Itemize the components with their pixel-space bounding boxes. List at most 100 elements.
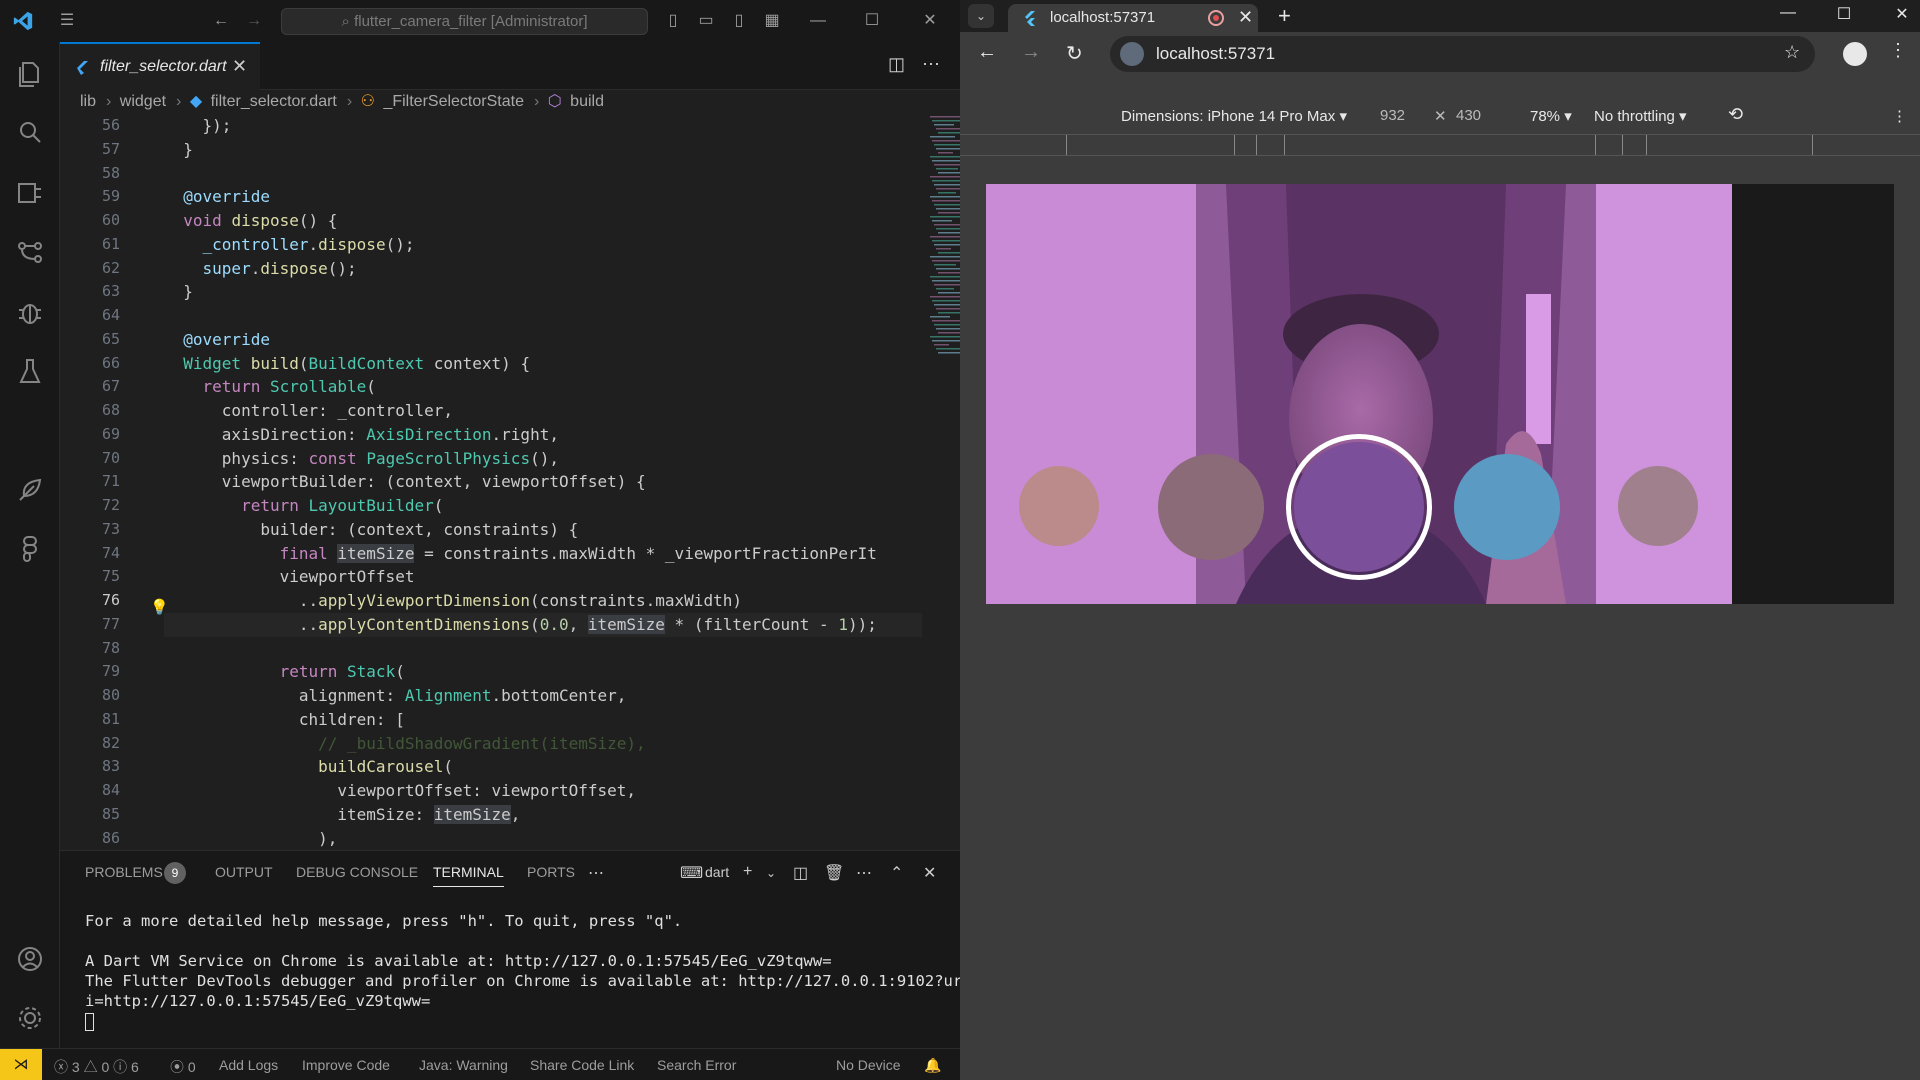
line-number: 59 bbox=[101, 187, 120, 206]
terminal-shell-label[interactable]: dart bbox=[705, 864, 729, 880]
info-icon: ⓘ bbox=[113, 1059, 128, 1075]
status-share-code-link[interactable]: Share Code Link bbox=[530, 1057, 634, 1073]
terminal-output[interactable]: For a more detailed help message, press … bbox=[85, 911, 962, 1031]
filter-option-sepia[interactable] bbox=[1019, 466, 1099, 546]
height-input[interactable]: 430 bbox=[1456, 107, 1481, 124]
status-device[interactable]: No Device bbox=[836, 1057, 901, 1073]
minimap-line bbox=[936, 248, 951, 250]
throttling-select[interactable]: No throttling ▾ bbox=[1594, 107, 1687, 125]
forward-arrow-icon[interactable]: → bbox=[243, 10, 265, 32]
device-toolbar: Dimensions: iPhone 14 Pro Max ▾ 932 ✕ 43… bbox=[960, 98, 1920, 134]
lightbulb-icon[interactable]: 💡 bbox=[150, 598, 169, 616]
kebab-menu-icon[interactable]: ⋮ bbox=[1889, 40, 1907, 61]
notifications-bell-icon[interactable]: 🔔 bbox=[924, 1057, 941, 1074]
address-bar[interactable]: localhost:57371 ☆ bbox=[1110, 36, 1815, 72]
back-arrow-icon[interactable]: ← bbox=[977, 41, 997, 64]
terminal-line: A Dart VM Service on Chrome is available… bbox=[85, 952, 832, 970]
new-terminal-icon[interactable]: + bbox=[743, 863, 752, 881]
rotate-icon[interactable]: ⟲ bbox=[1728, 104, 1743, 125]
site-info-icon[interactable] bbox=[1120, 42, 1144, 66]
minimize-icon[interactable]: — bbox=[806, 10, 830, 32]
source-control-icon[interactable] bbox=[14, 177, 46, 209]
tab-problems[interactable]: PROBLEMS bbox=[85, 864, 163, 880]
back-arrow-icon[interactable]: ← bbox=[210, 10, 232, 32]
status-java-warning[interactable]: Java: Warning bbox=[419, 1057, 508, 1073]
settings-gear-icon[interactable] bbox=[14, 1002, 46, 1034]
device-viewport[interactable] bbox=[986, 184, 1894, 604]
chevron-down-icon[interactable]: ⌄ bbox=[766, 866, 776, 880]
chrome-tab[interactable]: localhost:57371 ✕ bbox=[1008, 4, 1258, 32]
customize-layout-icon[interactable]: ▦ bbox=[761, 10, 783, 32]
close-tab-icon[interactable]: ✕ bbox=[1238, 7, 1253, 28]
tab-debug-console[interactable]: DEBUG CONSOLE bbox=[296, 864, 418, 880]
dimensions-select[interactable]: Dimensions: iPhone 14 Pro Max ▾ bbox=[1121, 107, 1347, 125]
minimap-line bbox=[930, 316, 950, 318]
breadcrumb-lib[interactable]: lib bbox=[80, 93, 96, 110]
more-tabs-icon[interactable]: ⋯ bbox=[588, 863, 604, 883]
more-actions-icon[interactable]: ⋯ bbox=[922, 54, 940, 75]
zoom-select[interactable]: 78% ▾ bbox=[1530, 107, 1572, 125]
search-icon[interactable] bbox=[14, 117, 46, 149]
explorer-icon[interactable] bbox=[14, 58, 46, 90]
width-input[interactable]: 932 bbox=[1380, 107, 1405, 124]
minimize-icon[interactable]: — bbox=[1776, 4, 1800, 22]
code-line: ), bbox=[164, 828, 338, 848]
tab-terminal[interactable]: TERMINAL bbox=[433, 864, 504, 887]
trash-icon[interactable]: 🗑 bbox=[824, 863, 844, 883]
testing-flask-icon[interactable] bbox=[14, 355, 46, 387]
close-window-icon[interactable]: ✕ bbox=[918, 10, 942, 32]
code-line: buildCarousel( bbox=[318, 757, 453, 777]
figma-icon[interactable] bbox=[14, 533, 46, 565]
breadcrumb-class[interactable]: _FilterSelectorState bbox=[383, 93, 524, 110]
tab-filter-selector[interactable]: filter_selector.dart ✕ bbox=[60, 42, 260, 90]
ports-status[interactable]: ⦿ 0 bbox=[170, 1057, 196, 1077]
remote-icon[interactable]: ⋊ bbox=[0, 1049, 42, 1080]
menu-icon[interactable]: ☰ bbox=[56, 10, 78, 32]
new-tab-icon[interactable]: + bbox=[1278, 3, 1291, 29]
tab-ports[interactable]: PORTS bbox=[527, 864, 575, 880]
minimap[interactable] bbox=[926, 114, 960, 454]
more-actions-icon[interactable]: ⋯ bbox=[856, 863, 872, 883]
filter-option-cool[interactable] bbox=[1454, 454, 1560, 560]
git-graph-icon[interactable] bbox=[14, 236, 46, 268]
maximize-icon[interactable]: ☐ bbox=[860, 10, 884, 32]
reload-icon[interactable]: ↻ bbox=[1066, 41, 1083, 66]
code-line: controller: _controller, bbox=[164, 401, 453, 420]
close-panel-icon[interactable]: ✕ bbox=[923, 863, 936, 883]
forward-arrow-icon[interactable]: → bbox=[1021, 41, 1041, 64]
split-terminal-icon[interactable]: ◫ bbox=[793, 863, 808, 883]
code-editor[interactable]: 56 57 58 59 60 61 62 63 64 65 66 67 68 69 70 71 72 73 74 75… bbox=[60, 114, 960, 850]
breadcrumb-file[interactable]: filter_selector.dart bbox=[211, 93, 337, 110]
filter-option-vintage[interactable] bbox=[1618, 466, 1698, 546]
toggle-primary-sidebar-icon[interactable]: ▯ bbox=[662, 10, 684, 32]
profile-avatar-icon[interactable] bbox=[1843, 42, 1867, 66]
tab-search-chevron-icon[interactable]: ⌄ bbox=[968, 4, 994, 28]
feather-icon[interactable] bbox=[14, 474, 46, 506]
command-center-search[interactable]: ⌕ flutter_camera_filter [Administrator] bbox=[281, 8, 648, 35]
camera-preview[interactable] bbox=[986, 184, 1732, 604]
code-lines[interactable]: }); } @override void dispose() { _contro… bbox=[164, 114, 922, 850]
accounts-icon[interactable] bbox=[14, 943, 46, 975]
toggle-secondary-sidebar-icon[interactable]: ▯ bbox=[728, 10, 750, 32]
problems-status[interactable]: ⓧ 3 △ 0 ⓘ 6 bbox=[54, 1057, 139, 1077]
breadcrumb-widget[interactable]: widget bbox=[120, 93, 166, 110]
media-query-ruler[interactable] bbox=[960, 134, 1920, 156]
debug-icon[interactable] bbox=[14, 296, 46, 328]
close-window-icon[interactable]: ✕ bbox=[1890, 4, 1914, 24]
minimap-line bbox=[932, 260, 960, 262]
device-more-icon[interactable]: ⋮ bbox=[1892, 107, 1907, 125]
minimap-line bbox=[930, 276, 960, 278]
status-search-error[interactable]: Search Error bbox=[657, 1057, 736, 1073]
toggle-panel-icon[interactable]: ▭ bbox=[695, 10, 717, 32]
status-add-logs[interactable]: Add Logs bbox=[219, 1057, 278, 1073]
maximize-icon[interactable]: ☐ bbox=[1832, 4, 1856, 24]
line-number-gutter: 56 57 58 59 60 61 62 63 64 65 66 67 68 69 70 71 72 73 74 75… bbox=[60, 114, 120, 850]
breadcrumb-method[interactable]: build bbox=[570, 93, 604, 110]
close-tab-icon[interactable]: ✕ bbox=[232, 56, 247, 77]
status-improve-code[interactable]: Improve Code bbox=[302, 1057, 390, 1073]
tab-output[interactable]: OUTPUT bbox=[215, 864, 273, 880]
split-editor-icon[interactable]: ◫ bbox=[888, 54, 905, 75]
maximize-panel-icon[interactable]: ⌃ bbox=[890, 863, 903, 883]
bookmark-star-icon[interactable]: ☆ bbox=[1784, 42, 1800, 63]
filter-option-warm[interactable] bbox=[1158, 454, 1264, 560]
